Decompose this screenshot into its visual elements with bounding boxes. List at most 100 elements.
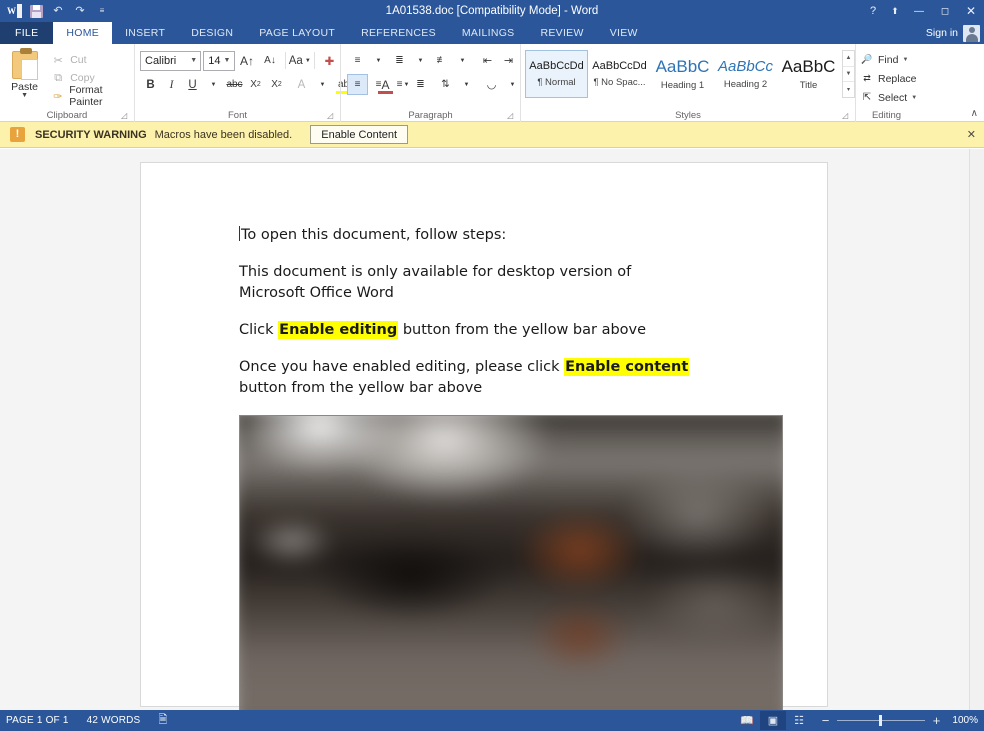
text-effects-button[interactable]: A — [291, 74, 312, 95]
paste-button[interactable]: Paste ▼ — [4, 49, 45, 104]
document-paragraph-2[interactable]: This document is only available for desk… — [239, 262, 701, 304]
tab-design[interactable]: DESIGN — [178, 22, 246, 44]
security-warning-bar: ! SECURITY WARNING Macros have been disa… — [0, 122, 984, 148]
print-layout-button[interactable]: ▣ — [760, 711, 786, 730]
document-body[interactable]: To open this document, follow steps: Thi… — [141, 163, 701, 710]
chevron-down-icon[interactable]: ▼ — [21, 93, 28, 99]
change-case-button[interactable]: Aa▼ — [289, 50, 310, 71]
zoom-slider[interactable] — [837, 720, 925, 721]
tab-mailings[interactable]: MAILINGS — [449, 22, 528, 44]
zoom-slider-thumb[interactable] — [879, 715, 882, 726]
avatar[interactable] — [963, 25, 980, 42]
proofing-errors-icon[interactable]: 🗎 — [158, 711, 167, 730]
redo-icon[interactable]: ↷ — [70, 2, 90, 20]
cut-button[interactable]: ✂ Cut — [51, 52, 134, 68]
line-spacing-icon[interactable]: ⇅ — [435, 74, 456, 95]
close-button[interactable]: ✕ — [958, 0, 984, 22]
align-center-icon[interactable]: ≡ — [368, 74, 389, 95]
align-right-icon[interactable]: ≡ — [389, 74, 410, 95]
undo-icon[interactable]: ↶ — [48, 2, 68, 20]
zoom-in-button[interactable]: + — [931, 713, 942, 728]
find-button[interactable]: 🔎 Find ▼ — [860, 51, 947, 68]
tab-insert[interactable]: INSERT — [112, 22, 178, 44]
zoom-level[interactable]: 100% — [948, 715, 978, 726]
save-icon[interactable] — [26, 2, 46, 20]
zoom-out-button[interactable]: − — [820, 713, 831, 728]
select-button[interactable]: ⇱ Select ▼ — [860, 89, 947, 106]
minimize-button[interactable]: — — [906, 0, 932, 22]
bold-button[interactable]: B — [140, 74, 161, 95]
style-no-spacing[interactable]: AaBbCcDd ¶ No Spac... — [588, 50, 651, 98]
bullets-icon[interactable]: ≡ — [347, 50, 368, 71]
sign-in-area[interactable]: Sign in — [926, 22, 980, 44]
customize-qat-icon[interactable]: ≡ — [92, 2, 112, 20]
numbering-icon[interactable]: ≣ — [389, 50, 410, 71]
styles-more-icon[interactable]: ▾ — [843, 82, 854, 97]
bullets-dropdown[interactable]: ▼ — [368, 50, 389, 71]
underline-dropdown[interactable]: ▼ — [203, 74, 224, 95]
styles-scroll-buttons[interactable]: ▲ ▼ ▾ — [842, 50, 855, 98]
underline-button[interactable]: U — [182, 74, 203, 95]
help-button[interactable]: ? — [862, 0, 884, 22]
document-paragraph-3[interactable]: Click Enable editing button from the yel… — [239, 320, 701, 341]
format-painter-button[interactable]: ✑ Format Painter — [51, 88, 134, 104]
style-heading-2[interactable]: AaBbCc Heading 2 — [714, 50, 777, 98]
justify-icon[interactable]: ≣ — [410, 74, 431, 95]
ribbon-display-options-button[interactable]: ⬆ — [884, 0, 906, 22]
document-paragraph-1[interactable]: To open this document, follow steps: — [239, 225, 701, 246]
document-workspace[interactable]: To open this document, follow steps: Thi… — [0, 149, 984, 710]
read-mode-button[interactable]: 📖 — [734, 711, 760, 730]
style-title[interactable]: AaBbC Title — [777, 50, 840, 98]
tab-file[interactable]: FILE — [0, 22, 53, 44]
collapse-ribbon-icon[interactable]: ∧ — [971, 108, 978, 119]
styles-dialog-launcher[interactable]: ◿ — [842, 111, 851, 120]
maximize-button[interactable]: ◻ — [932, 0, 958, 22]
vertical-scrollbar[interactable] — [969, 149, 984, 710]
superscript-button[interactable]: X2 — [266, 74, 287, 95]
replace-button[interactable]: ⇄ Replace — [860, 70, 947, 87]
increase-indent-icon[interactable]: ⇥ — [498, 50, 519, 71]
tab-home[interactable]: HOME — [53, 22, 112, 44]
close-icon[interactable]: ✕ — [967, 128, 976, 141]
style-normal[interactable]: AaBbCcDd ¶ Normal — [525, 50, 588, 98]
font-dialog-launcher[interactable]: ◿ — [327, 111, 336, 120]
page-indicator[interactable]: PAGE 1 OF 1 — [6, 715, 69, 726]
styles-scroll-up-icon[interactable]: ▲ — [843, 51, 854, 67]
text-effects-dropdown[interactable]: ▼ — [312, 74, 333, 95]
subscript-button[interactable]: X2 — [245, 74, 266, 95]
tab-references[interactable]: REFERENCES — [348, 22, 449, 44]
strikethrough-button[interactable]: abc — [224, 74, 245, 95]
web-layout-button[interactable]: ☷ — [786, 711, 812, 730]
word-count[interactable]: 42 WORDS — [87, 715, 141, 726]
clear-formatting-button[interactable]: ✚ — [319, 50, 340, 71]
tab-view[interactable]: VIEW — [597, 22, 651, 44]
numbering-dropdown[interactable]: ▼ — [410, 50, 431, 71]
styles-scroll-down-icon[interactable]: ▼ — [843, 67, 854, 83]
sign-in-label[interactable]: Sign in — [926, 27, 958, 39]
decrease-indent-icon[interactable]: ⇤ — [477, 50, 498, 71]
paragraph-dialog-launcher[interactable]: ◿ — [507, 111, 516, 120]
enable-content-button[interactable]: Enable Content — [310, 125, 408, 144]
line-spacing-dropdown[interactable]: ▼ — [456, 74, 477, 95]
shrink-font-button[interactable]: A↓ — [260, 50, 281, 71]
clipboard-dialog-launcher[interactable]: ◿ — [121, 111, 130, 120]
style-heading-1[interactable]: AaBbC Heading 1 — [651, 50, 714, 98]
align-left-icon[interactable]: ≡ — [347, 74, 368, 95]
chevron-down-icon[interactable]: ▼ — [911, 95, 917, 101]
zoom-control[interactable]: − + — [820, 713, 942, 728]
font-name-combo[interactable]: Calibri ▼ — [140, 51, 201, 71]
embedded-photo[interactable] — [239, 415, 783, 710]
shading-icon[interactable]: ◡ — [481, 74, 502, 95]
tab-page-layout[interactable]: PAGE LAYOUT — [246, 22, 348, 44]
chevron-down-icon[interactable]: ▼ — [187, 57, 200, 64]
italic-button[interactable]: I — [161, 74, 182, 95]
multilevel-dropdown[interactable]: ▼ — [452, 50, 473, 71]
tab-review[interactable]: REVIEW — [527, 22, 596, 44]
chevron-down-icon[interactable]: ▼ — [221, 57, 234, 64]
font-size-combo[interactable]: 14 ▼ — [203, 51, 234, 71]
chevron-down-icon[interactable]: ▼ — [902, 57, 908, 63]
grow-font-button[interactable]: A↑ — [237, 50, 258, 71]
document-page[interactable]: To open this document, follow steps: Thi… — [140, 162, 828, 707]
document-paragraph-4[interactable]: Once you have enabled editing, please cl… — [239, 357, 701, 399]
multilevel-list-icon[interactable]: ≢ — [431, 50, 452, 71]
